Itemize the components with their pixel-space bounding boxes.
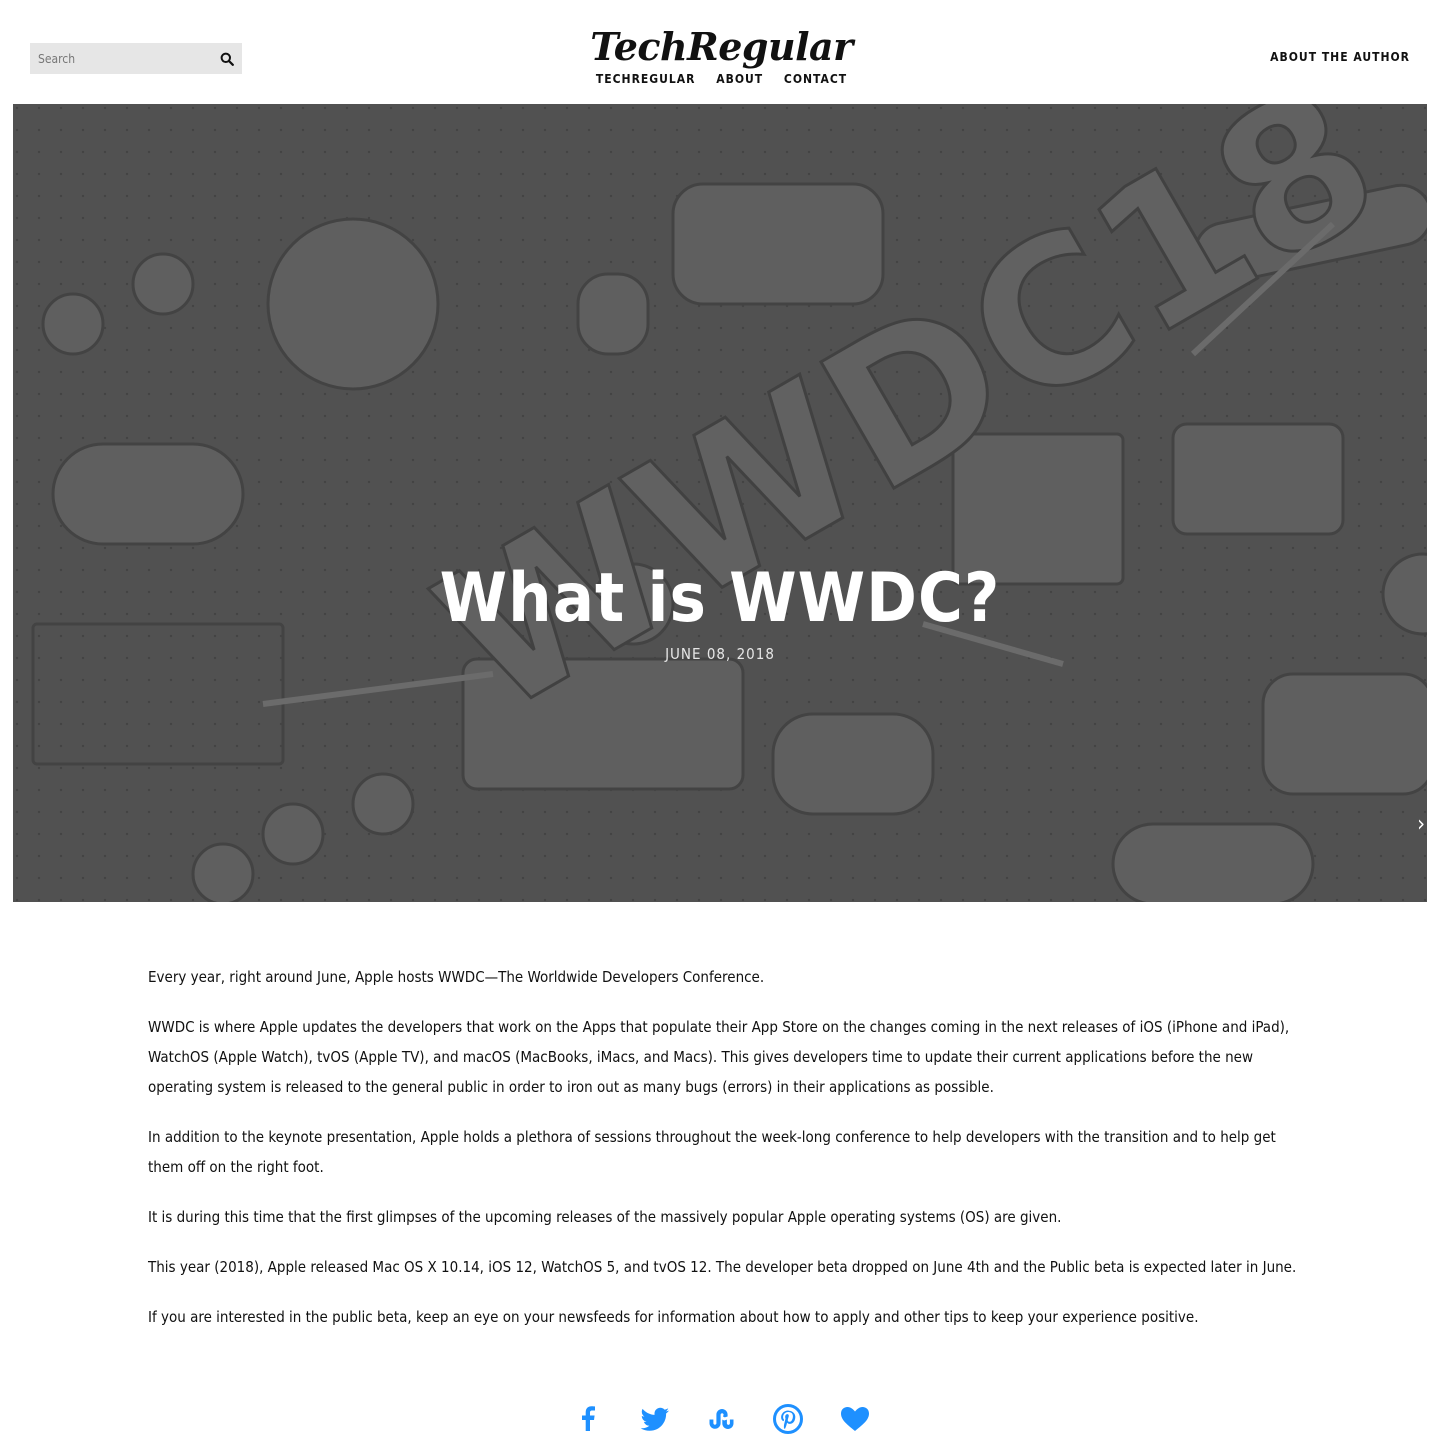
post-title: What is WWDC?	[439, 559, 1001, 638]
site-logo[interactable]: TechRegular	[0, 24, 1443, 69]
article-paragraph: Every year, right around June, Apple hos…	[148, 968, 765, 986]
nav-item-about[interactable]: ABOUT	[716, 72, 763, 86]
share-stumbleupon-button[interactable]	[703, 1400, 741, 1438]
share-love-button[interactable]	[836, 1400, 874, 1438]
hero-overlay	[13, 104, 1427, 902]
pinterest-icon	[773, 1404, 804, 1434]
twitter-icon	[640, 1407, 669, 1431]
article-body: Every year, right around June, Apple hos…	[148, 962, 1298, 1352]
hero-banner: WWDC18 What is WWDC? JUNE 08, 2018 ›	[13, 104, 1427, 902]
share-pinterest-button[interactable]	[769, 1400, 807, 1438]
stumbleupon-icon	[709, 1409, 733, 1429]
share-twitter-button[interactable]	[636, 1400, 674, 1438]
article-paragraph: If you are interested in the public beta…	[148, 1308, 1199, 1326]
article-paragraph: It is during this time that the first gl…	[148, 1208, 1062, 1226]
nav-item-contact[interactable]: CONTACT	[784, 72, 847, 86]
share-facebook-button[interactable]	[569, 1400, 607, 1438]
site-header: TechRegular TECHREGULAR ABOUT CONTACT AB…	[0, 0, 1443, 104]
about-the-author-link[interactable]: ABOUT THE AUTHOR	[1270, 50, 1410, 64]
share-bar	[0, 1400, 1443, 1438]
post-date: JUNE 08, 2018	[665, 645, 775, 663]
article-paragraph: This year (2018), Apple released Mac OS …	[148, 1258, 1297, 1276]
article-paragraph: In addition to the keynote presentation,…	[148, 1128, 1276, 1176]
article-paragraph: WWDC is where Apple updates the develope…	[148, 1018, 1290, 1096]
nav-item-techregular[interactable]: TECHREGULAR	[596, 72, 696, 86]
heart-icon	[840, 1407, 869, 1431]
facebook-icon	[582, 1406, 596, 1431]
next-post-arrow[interactable]: ›	[1417, 812, 1425, 837]
main-nav: TECHREGULAR ABOUT CONTACT	[0, 72, 1443, 86]
